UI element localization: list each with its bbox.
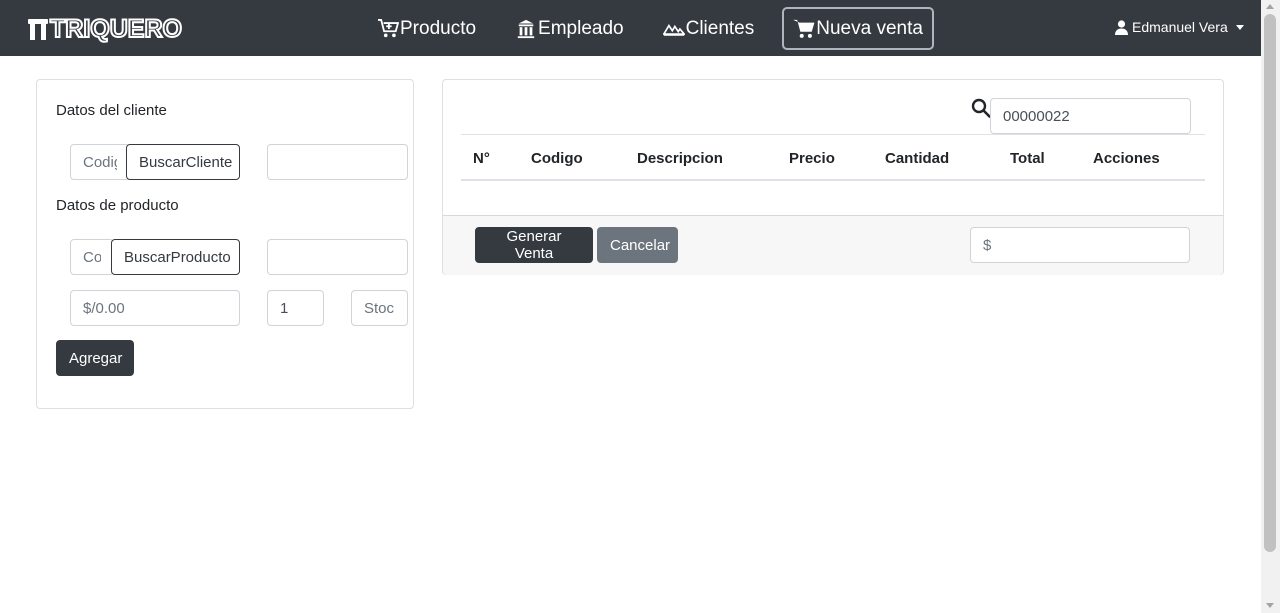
column-header: N° (473, 150, 490, 167)
nav-nueva-venta-label: Nueva venta (816, 17, 923, 39)
agregar-button[interactable]: Agregar (56, 340, 134, 376)
sale-table-header: N° Codigo Descripcion Precio Cantidad To… (461, 134, 1205, 181)
column-header: Cantidad (885, 150, 950, 167)
column-header: Acciones (1093, 150, 1160, 167)
column-header: Total (1010, 150, 1045, 167)
cliente-nombre-input[interactable] (267, 144, 408, 180)
cliente-section-title: Datos del cliente (56, 102, 167, 119)
cart-plus-icon (378, 18, 399, 37)
scroll-down-icon[interactable] (1266, 603, 1274, 608)
column-header: Precio (789, 150, 835, 167)
vertical-scrollbar[interactable] (1261, 0, 1280, 613)
users-icon (662, 23, 685, 36)
user-menu[interactable]: Edmanuel Vera (1115, 19, 1244, 35)
user-icon (1115, 19, 1128, 35)
navbar: TRIQUERO Producto Empleado Clientes Nuev… (0, 0, 1261, 56)
cancelar-button[interactable]: Cancelar (597, 227, 678, 263)
nav-clientes[interactable]: Clientes (652, 7, 766, 50)
search-icon (971, 98, 991, 118)
producto-codigo-input[interactable] (70, 239, 114, 275)
nav-producto-label: Producto (400, 17, 477, 39)
scroll-up-icon[interactable] (1266, 4, 1274, 9)
cart-icon (793, 19, 815, 38)
sale-card-footer: Generar Venta Cancelar (443, 215, 1223, 275)
building-icon (517, 19, 535, 38)
column-header: Codigo (531, 150, 583, 167)
brand-logo[interactable]: TRIQUERO (28, 14, 183, 44)
main-nav: Producto Empleado Clientes Nueva venta (366, 7, 934, 50)
sale-form-card: Datos del cliente BuscarCliente Datos de… (36, 79, 414, 409)
cliente-codigo-input[interactable] (70, 144, 130, 180)
nav-producto[interactable]: Producto (366, 7, 487, 50)
brand-mark-icon (28, 17, 48, 41)
sale-detail-card: N° Codigo Descripcion Precio Cantidad To… (442, 79, 1224, 275)
stock-input[interactable] (351, 290, 408, 326)
user-name: Edmanuel Vera (1132, 19, 1228, 35)
producto-section-title: Datos de producto (56, 197, 179, 214)
nav-empleado[interactable]: Empleado (504, 7, 635, 50)
numero-serie-input[interactable] (990, 98, 1191, 134)
producto-nombre-input[interactable] (267, 239, 408, 275)
scrollbar-thumb[interactable] (1264, 14, 1276, 552)
total-input[interactable] (970, 227, 1190, 263)
cantidad-input[interactable] (267, 290, 324, 326)
nav-clientes-label: Clientes (685, 17, 755, 39)
buscar-producto-button[interactable]: BuscarProducto (111, 239, 240, 275)
precio-input[interactable] (70, 290, 240, 326)
column-header: Descripcion (637, 150, 723, 167)
nav-nueva-venta[interactable]: Nueva venta (782, 7, 934, 50)
brand-name: TRIQUERO (49, 14, 183, 44)
buscar-cliente-button[interactable]: BuscarCliente (126, 144, 240, 180)
generar-venta-button[interactable]: Generar Venta (475, 227, 593, 263)
nav-empleado-label: Empleado (538, 17, 624, 39)
chevron-down-icon (1235, 24, 1244, 30)
